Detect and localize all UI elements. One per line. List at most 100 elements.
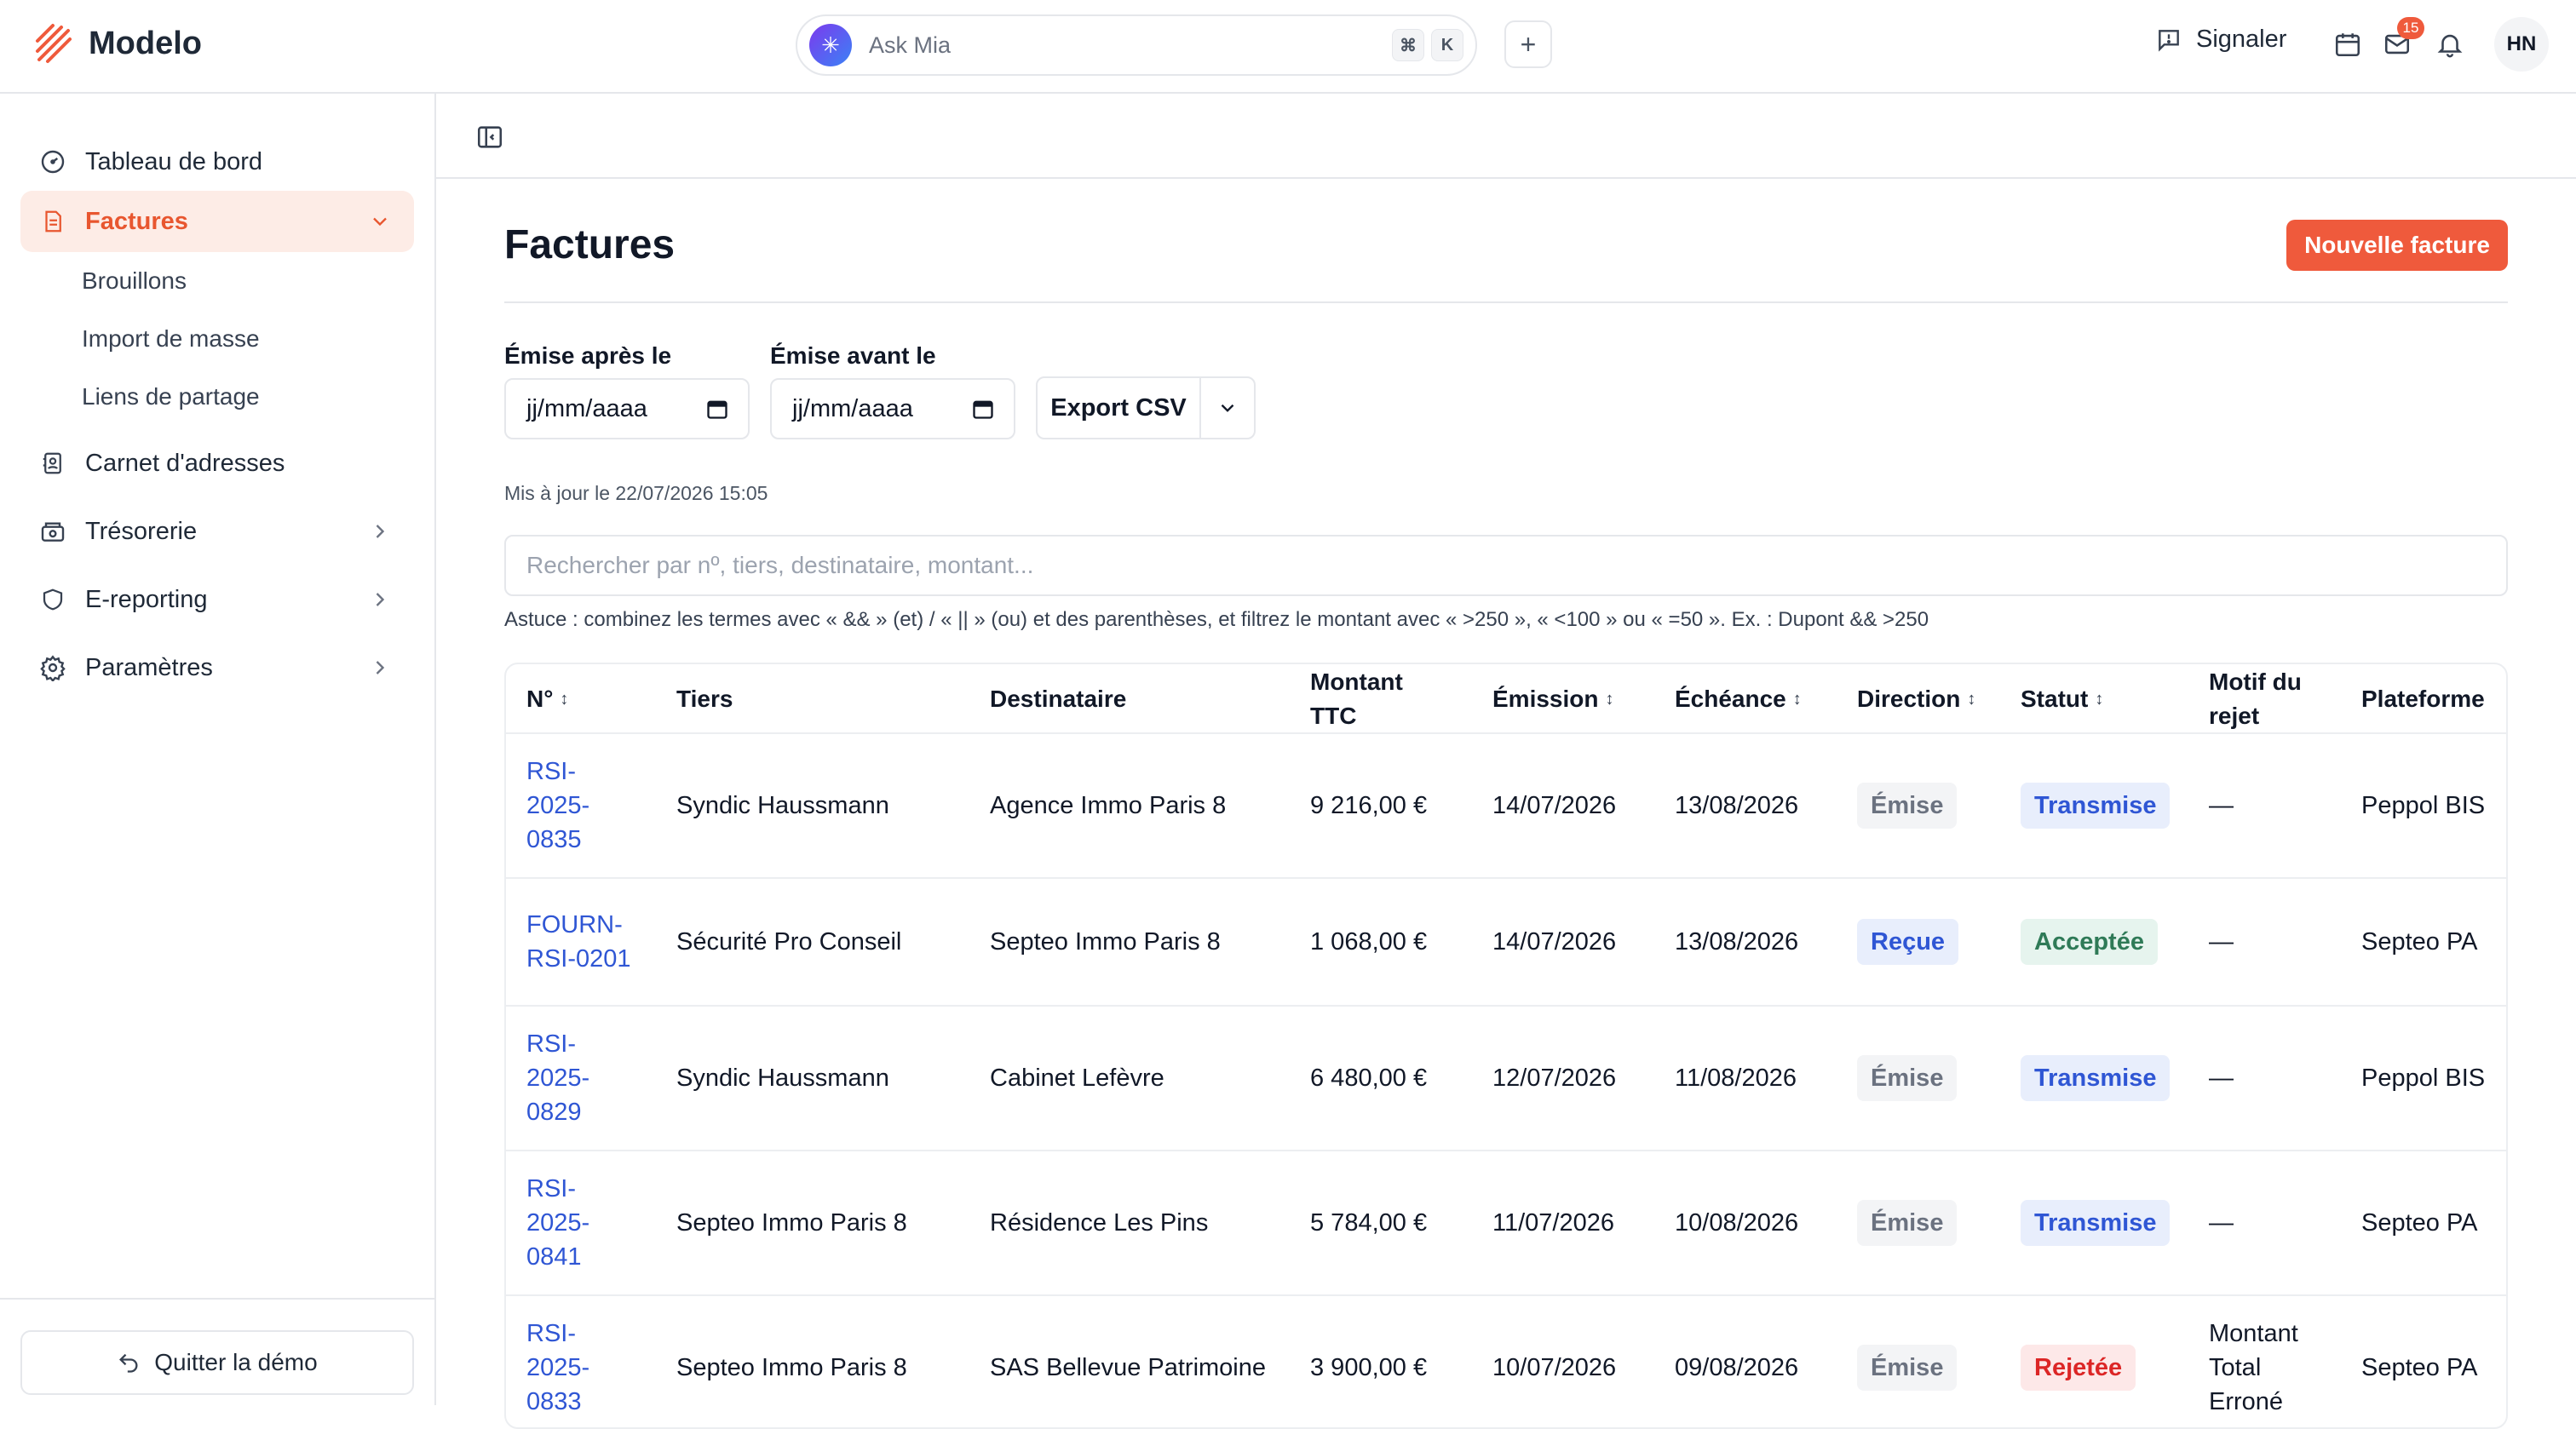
cell-amount: 3 900,00 € — [1310, 1354, 1428, 1381]
sort-icon: ↕ — [1605, 690, 1614, 709]
quit-demo-button[interactable]: Quitter la démo — [20, 1330, 414, 1395]
calendar-icon[interactable] — [2329, 26, 2366, 63]
sidebar-item-contacts[interactable]: Carnet d'adresses — [20, 433, 414, 494]
invoice-number-link[interactable]: RSI-2025-0835 — [526, 734, 612, 877]
invoice-number-link[interactable]: FOURN-RSI-0201 — [526, 879, 637, 1005]
table-row[interactable]: RSI-2025-0841 Septeo Immo Paris 8 Réside… — [506, 1151, 2506, 1296]
report-button[interactable]: Signaler — [2155, 26, 2286, 54]
sidebar-item-tresorerie[interactable]: Trésorerie — [20, 501, 414, 562]
sidebar-item-dashboard[interactable]: Tableau de bord — [20, 131, 414, 192]
issued-after-date-input[interactable]: jj/mm/aaaa — [504, 378, 750, 439]
sidebar-item-parametres[interactable]: Paramètres — [20, 637, 414, 698]
table-row[interactable]: RSI-2025-0833 Septeo Immo Paris 8 SAS Be… — [506, 1296, 2506, 1427]
sidebar-item-factures[interactable]: Factures — [20, 191, 414, 252]
cell-emission-date: 10/07/2026 — [1492, 1354, 1617, 1381]
direction-badge: Émise — [1857, 1200, 1958, 1246]
cell-reject-reason: — — [2209, 1209, 2234, 1237]
sidebar-item-label: Trésorerie — [85, 517, 198, 545]
status-badge: Transmise — [2021, 783, 2171, 829]
cell-tiers: Septeo Immo Paris 8 — [676, 1354, 907, 1381]
cell-recipient: Résidence Les Pins — [990, 1209, 1209, 1237]
sort-icon: ↕ — [2095, 690, 2104, 709]
report-label: Signaler — [2196, 26, 2287, 53]
invoice-number-link[interactable]: RSI-2025-0833 — [526, 1296, 612, 1427]
cell-platform: Peppol BIS — [2361, 792, 2486, 819]
cell-platform: Peppol BIS — [2361, 1065, 2486, 1092]
chevron-down-icon — [373, 217, 387, 227]
status-badge: Acceptée — [2021, 919, 2158, 965]
cell-reject-reason: Montant Total Erroné — [2209, 1320, 2298, 1415]
sidebar-footer: Quitter la démo — [0, 1298, 434, 1405]
add-button[interactable]: + — [1504, 20, 1552, 68]
cell-emission-date: 12/07/2026 — [1492, 1065, 1617, 1092]
cell-amount: 6 480,00 € — [1310, 1065, 1428, 1092]
ask-mia-placeholder: Ask Mia — [869, 32, 952, 58]
column-header-direction[interactable]: Direction ↕ — [1857, 664, 1975, 734]
cell-tiers: Septeo Immo Paris 8 — [676, 1209, 907, 1237]
sidebar: Tableau de bord Factures Brouillons Impo… — [0, 94, 436, 1405]
modelo-logo-icon — [36, 24, 72, 63]
table-row[interactable]: FOURN-RSI-0201 Sécurité Pro Conseil Sept… — [506, 879, 2506, 1007]
sidebar-item-label: Paramètres — [85, 653, 213, 681]
sidebar-item-label: Carnet d'adresses — [85, 449, 285, 477]
shortcut-k-key: K — [1431, 29, 1463, 61]
column-header-number[interactable]: N° ↕ — [526, 664, 568, 734]
calendar-icon[interactable] — [705, 397, 729, 421]
sidebar-toggle-icon[interactable] — [475, 123, 504, 152]
table-row[interactable]: RSI-2025-0835 Syndic Haussmann Agence Im… — [506, 734, 2506, 879]
treasury-icon — [37, 516, 68, 547]
column-header-emission[interactable]: Émission ↕ — [1492, 664, 1613, 734]
sort-icon: ↕ — [1967, 690, 1976, 709]
invoices-table: N° ↕ Tiers Destinataire Montant TTC Émiss… — [504, 663, 2508, 1429]
cell-tiers: Sécurité Pro Conseil — [676, 928, 902, 956]
ask-mia-search[interactable]: ✳ Ask Mia ⌘ K — [796, 14, 1477, 76]
sort-icon: ↕ — [560, 690, 569, 709]
invoice-number-link[interactable]: RSI-2025-0829 — [526, 1007, 612, 1150]
export-csv-button[interactable]: Export CSV — [1038, 378, 1201, 438]
sidebar-subitem-share-links[interactable]: Liens de partage — [82, 383, 260, 410]
contacts-icon — [37, 448, 68, 479]
sort-icon: ↕ — [1792, 690, 1802, 709]
issued-before-date-input[interactable]: jj/mm/aaaa — [770, 378, 1015, 439]
direction-badge: Émise — [1857, 783, 1958, 829]
table-row[interactable]: RSI-2025-0829 Syndic Haussmann Cabinet L… — [506, 1007, 2506, 1151]
export-options-button[interactable] — [1201, 378, 1254, 438]
cell-platform: Septeo PA — [2361, 1354, 2478, 1381]
date-placeholder: jj/mm/aaaa — [792, 394, 913, 422]
direction-badge: Émise — [1857, 1345, 1958, 1391]
sidebar-subitem-import[interactable]: Import de masse — [82, 325, 260, 353]
date-placeholder: jj/mm/aaaa — [526, 394, 647, 422]
cell-platform: Septeo PA — [2361, 928, 2478, 956]
user-avatar[interactable]: HN — [2494, 17, 2549, 72]
direction-badge: Émise — [1857, 1055, 1958, 1101]
new-invoice-button[interactable]: Nouvelle facture — [2286, 220, 2508, 271]
quit-demo-label: Quitter la démo — [154, 1349, 318, 1375]
cell-reject-reason: — — [2209, 1065, 2234, 1092]
invoice-search-input[interactable]: Rechercher par nº, tiers, destinataire, … — [504, 535, 2508, 596]
cell-recipient: SAS Bellevue Patrimoine — [990, 1354, 1266, 1381]
column-header-status[interactable]: Statut ↕ — [2021, 664, 2103, 734]
column-header-recipient: Destinataire — [990, 686, 1127, 712]
page-title: Factures — [504, 222, 676, 267]
cell-due-date: 13/08/2026 — [1675, 792, 1799, 819]
issued-after-label: Émise après le — [504, 342, 672, 369]
sidebar-item-ereporting[interactable]: E-reporting — [20, 569, 414, 630]
column-header-reject-reason: Motif du rejet — [2209, 669, 2302, 729]
return-arrow-icon — [119, 1353, 138, 1373]
cell-amount: 9 216,00 € — [1310, 792, 1428, 819]
column-header-tiers: Tiers — [676, 686, 733, 712]
shield-icon — [37, 584, 68, 615]
brand[interactable]: Modelo — [34, 22, 202, 65]
cell-due-date: 11/08/2026 — [1675, 1065, 1797, 1092]
invoice-number-link[interactable]: RSI-2025-0841 — [526, 1151, 612, 1294]
bell-icon[interactable] — [2431, 26, 2469, 63]
sidebar-subitem-brouillons[interactable]: Brouillons — [82, 267, 187, 295]
content-toolbar — [436, 94, 2576, 179]
column-header-due-date[interactable]: Échéance ↕ — [1675, 664, 1802, 734]
chevron-right-icon — [376, 593, 385, 606]
cell-tiers: Syndic Haussmann — [676, 1065, 889, 1092]
cell-emission-date: 14/07/2026 — [1492, 928, 1617, 956]
sidebar-item-label: Factures — [85, 207, 188, 235]
calendar-icon[interactable] — [971, 397, 995, 421]
direction-badge: Reçue — [1857, 919, 1959, 965]
